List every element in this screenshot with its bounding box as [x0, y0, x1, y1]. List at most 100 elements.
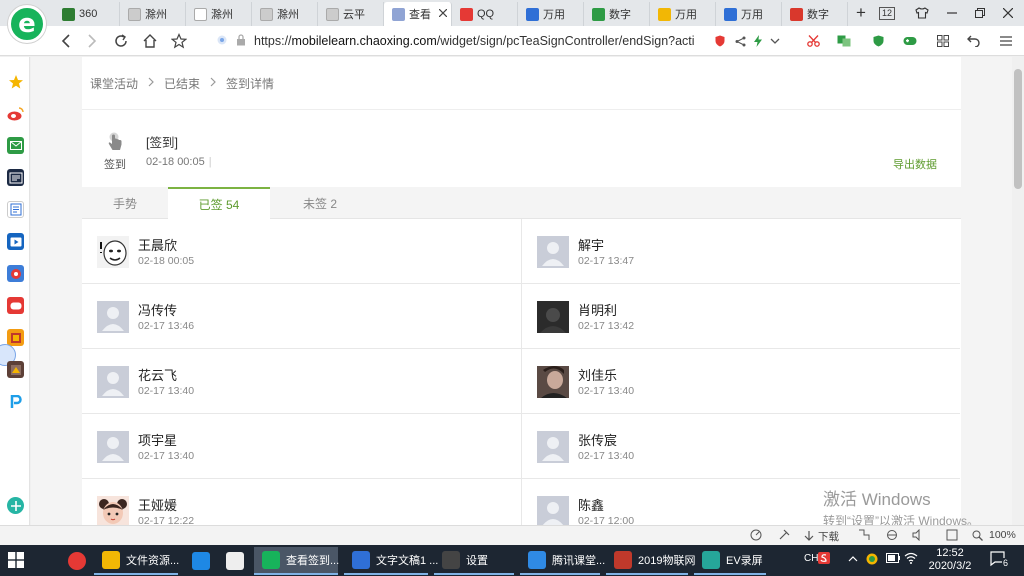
browser-tab[interactable]: 数字: [782, 2, 848, 26]
avatar: [97, 301, 129, 333]
favorites-star-icon[interactable]: [7, 73, 24, 90]
shirt-icon[interactable]: [912, 3, 932, 23]
student-list-item[interactable]: 张传宸 02-17 13:40: [521, 414, 960, 479]
taskbar-app[interactable]: [60, 547, 86, 575]
tab-unsigned[interactable]: 未签 2: [270, 187, 370, 219]
minimize-button[interactable]: [942, 3, 962, 23]
browser-tab[interactable]: 云平: [318, 2, 384, 26]
security-shield-icon[interactable]: [712, 34, 728, 48]
taskbar-app[interactable]: [218, 547, 246, 575]
video-app-icon[interactable]: [7, 233, 24, 250]
taskbar-app[interactable]: [184, 547, 210, 575]
browser-tab[interactable]: 360: [54, 2, 120, 26]
wifi-icon[interactable]: [904, 552, 918, 567]
weibo-icon[interactable]: [7, 105, 24, 122]
browser-tab[interactable]: 万用: [518, 2, 584, 26]
student-list-item[interactable]: 项宇星 02-17 13:40: [82, 414, 521, 479]
site-info-icon[interactable]: [216, 34, 228, 49]
pin-icon[interactable]: [778, 529, 790, 541]
new-tab-button[interactable]: +: [851, 3, 871, 23]
page-scrollbar[interactable]: [1012, 57, 1024, 525]
tray-chevron-up-icon[interactable]: [848, 554, 858, 565]
undo-icon[interactable]: [965, 34, 981, 48]
breadcrumb-item-ended[interactable]: 已结束: [164, 75, 200, 92]
export-data-link[interactable]: 导出数据: [893, 156, 937, 172]
tab-gesture[interactable]: 手势: [82, 187, 168, 219]
taskbar-app[interactable]: 设置: [434, 547, 514, 575]
url-input[interactable]: https://mobilelearn.chaoxing.com/widget/…: [216, 30, 710, 52]
browser-tab[interactable]: 滁州: [120, 2, 186, 26]
pubg-game-icon[interactable]: [7, 361, 24, 378]
browser-tab-label: 万用: [741, 9, 763, 21]
gamepad-icon[interactable]: [902, 34, 918, 48]
bookmark-star-button[interactable]: [168, 30, 190, 52]
notification-center-icon[interactable]: 6: [990, 551, 1010, 570]
taskbar-app[interactable]: 文字文稿1 ...: [344, 547, 438, 575]
browser-tab[interactable]: QQ: [452, 2, 518, 26]
add-sidebar-icon[interactable]: [7, 497, 24, 514]
game-center-icon[interactable]: [7, 329, 24, 346]
restore-button[interactable]: [970, 3, 990, 23]
browser-tab[interactable]: 查看: [384, 2, 452, 26]
chevron-down-icon[interactable]: [767, 34, 783, 48]
fullscreen-icon[interactable]: [946, 529, 958, 541]
student-list-item[interactable]: 刘佳乐 02-17 13:40: [521, 349, 960, 414]
student-name: 张传宸: [578, 433, 618, 448]
tray-app-icon[interactable]: [866, 553, 878, 568]
speaker-icon[interactable]: [912, 529, 924, 541]
browser-tab[interactable]: 数字: [584, 2, 650, 26]
browser-tab[interactable]: 滁州: [252, 2, 318, 26]
browser-tab[interactable]: 万用: [650, 2, 716, 26]
browser-tab[interactable]: 万用: [716, 2, 782, 26]
student-list-item[interactable]: 肖明利 02-17 13:42: [521, 284, 960, 349]
back-button[interactable]: [55, 30, 77, 52]
mail-icon[interactable]: [7, 137, 24, 154]
system-clock[interactable]: 12:52 2020/3/2: [922, 547, 978, 573]
browser-logo[interactable]: e: [8, 5, 46, 43]
favicon-icon: [658, 7, 671, 21]
taskbar-app[interactable]: 查看签到...: [254, 547, 339, 575]
breadcrumb-item-activities[interactable]: 课堂活动: [90, 75, 138, 92]
student-list-item[interactable]: 解宇 02-17 13:47: [521, 219, 960, 284]
speedup-icon[interactable]: [750, 529, 762, 541]
close-tab-icon[interactable]: [438, 8, 448, 20]
taskbar-app[interactable]: 文件资源...: [94, 547, 179, 575]
taskbar-app[interactable]: 2019物联网: [606, 547, 695, 575]
apps-grid-icon[interactable]: [935, 34, 951, 48]
news-app-icon[interactable]: [7, 169, 24, 186]
mini-game-icon[interactable]: [7, 297, 24, 314]
tab-signed[interactable]: 已签 54: [168, 187, 270, 220]
scrollbar-thumb[interactable]: [1014, 69, 1022, 189]
input-method-indicator[interactable]: CH: [804, 553, 818, 564]
taskbar-app[interactable]: 腾讯课堂...: [520, 547, 605, 575]
menu-icon[interactable]: [998, 34, 1014, 48]
battery-icon[interactable]: [886, 553, 900, 566]
p-app-icon[interactable]: [7, 393, 24, 410]
sogou-ime-icon[interactable]: [818, 552, 830, 567]
adblock-shield-icon[interactable]: [870, 34, 886, 48]
translate-icon[interactable]: [836, 34, 852, 48]
ie-mode-icon[interactable]: [886, 529, 898, 541]
refresh-button[interactable]: [110, 30, 132, 52]
zoom-level: 100%: [989, 529, 1016, 541]
browser-tab[interactable]: 滁州: [186, 2, 252, 26]
game-app-icon[interactable]: [7, 265, 24, 282]
taskbar-app[interactable]: EV录屏: [694, 547, 766, 575]
document-icon[interactable]: [7, 201, 24, 218]
download-button[interactable]: 下载: [804, 529, 839, 544]
favicon-icon: [128, 7, 141, 21]
scissors-icon[interactable]: [806, 34, 822, 48]
student-list-item[interactable]: 冯传传 02-17 13:46: [82, 284, 521, 349]
student-list-item[interactable]: 花云飞 02-17 13:40: [82, 349, 521, 414]
tab-count-badge[interactable]: 12: [877, 3, 897, 23]
zoom-control[interactable]: 100%: [972, 529, 1016, 541]
student-list-item[interactable]: 王娅媛 02-17 12:22: [82, 479, 521, 525]
student-list-item[interactable]: 王晨欣 02-18 00:05: [82, 219, 521, 284]
lightning-icon[interactable]: [750, 34, 766, 48]
windows-start-icon[interactable]: [8, 552, 26, 570]
home-button[interactable]: [139, 30, 161, 52]
screenshot-icon[interactable]: [858, 529, 870, 541]
forward-button[interactable]: [81, 30, 103, 52]
share-icon[interactable]: [732, 34, 748, 48]
close-window-button[interactable]: [998, 3, 1018, 23]
